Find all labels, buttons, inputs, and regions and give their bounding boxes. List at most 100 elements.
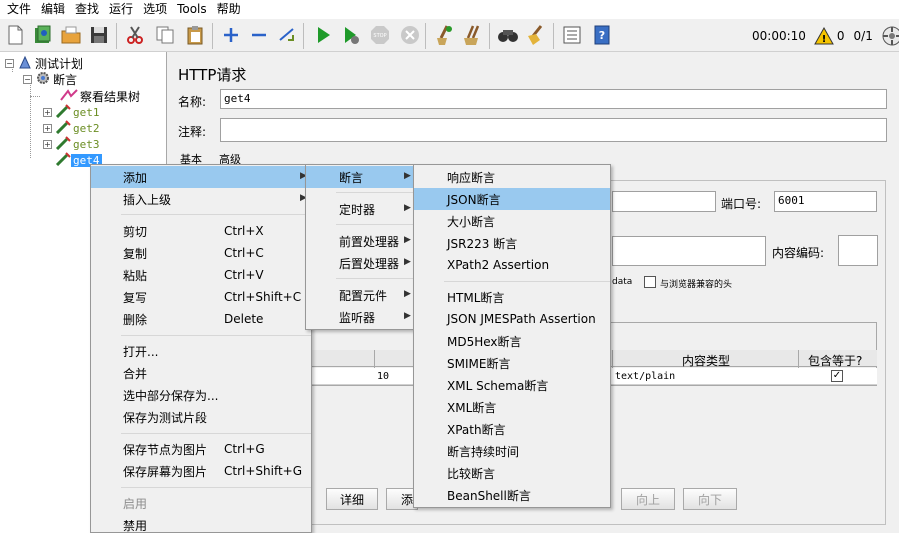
- toggle-icon[interactable]: [275, 23, 299, 47]
- assertion-json-jmespath[interactable]: JSON JMESPath Assertion: [414, 308, 610, 330]
- encoding-label: 内容编码:: [772, 246, 825, 260]
- assertion-xml-schema[interactable]: XML Schema断言: [414, 374, 610, 396]
- shortcut-text: Ctrl+X: [224, 224, 264, 238]
- listener-label: 察看结果树: [80, 89, 141, 104]
- expand-toggle-icon[interactable]: +: [43, 107, 52, 117]
- port-input[interactable]: 6001: [774, 191, 877, 212]
- reset-search-icon[interactable]: [524, 23, 548, 47]
- ctx-copy[interactable]: 复制: [91, 242, 311, 264]
- name-input[interactable]: get4: [220, 89, 887, 109]
- ctx-paste[interactable]: 粘贴: [91, 264, 311, 286]
- sampler-label: get3: [73, 137, 100, 151]
- start-icon[interactable]: [311, 23, 335, 47]
- assertions-submenu: 响应断言 JSON断言 大小断言 JSR223 断言 XPath2 Assert…: [413, 164, 611, 508]
- ctx-merge[interactable]: 合并: [91, 362, 311, 384]
- row-content-type[interactable]: text/plain: [615, 371, 675, 382]
- menu-search[interactable]: 查找: [70, 0, 104, 19]
- add-pre-processors[interactable]: 前置处理器: [306, 230, 414, 252]
- add-config-elements[interactable]: 配置元件: [306, 284, 414, 306]
- assertion-size[interactable]: 大小断言: [414, 210, 610, 232]
- assertion-json[interactable]: JSON断言: [414, 188, 610, 210]
- ctx-add[interactable]: 添加: [91, 166, 311, 188]
- assertion-beanshell[interactable]: BeanShell断言: [414, 484, 610, 506]
- assertion-html[interactable]: HTML断言: [414, 286, 610, 308]
- remote-status-icon[interactable]: [881, 25, 899, 47]
- add-timers[interactable]: 定时器: [306, 198, 414, 220]
- assertion-jsr223[interactable]: JSR223 断言: [414, 232, 610, 254]
- assertion-compare[interactable]: 比较断言: [414, 462, 610, 484]
- assertion-md5hex[interactable]: MD5Hex断言: [414, 330, 610, 352]
- ctx-save-node-image[interactable]: 保存节点为图片: [91, 438, 311, 460]
- sampler-label: get2: [73, 121, 100, 135]
- tree-node-get3[interactable]: + get3: [43, 135, 102, 152]
- add-listeners[interactable]: 监听器: [306, 306, 414, 328]
- shutdown-icon[interactable]: [398, 23, 422, 47]
- new-icon[interactable]: [3, 23, 27, 47]
- expand-icon[interactable]: [219, 23, 243, 47]
- menu-run[interactable]: 运行: [104, 0, 138, 19]
- clear-icon[interactable]: [432, 23, 456, 47]
- path-input[interactable]: [612, 236, 766, 266]
- move-down-button[interactable]: 向下: [683, 488, 737, 510]
- gear-icon: [35, 71, 51, 88]
- ctx-delete[interactable]: 删除: [91, 308, 311, 330]
- svg-text:!: !: [822, 34, 827, 45]
- start-no-pause-icon[interactable]: [339, 23, 363, 47]
- expand-toggle-icon[interactable]: +: [43, 123, 52, 133]
- templates-icon[interactable]: [31, 23, 55, 47]
- include-equals-checkbox[interactable]: ✓: [831, 370, 843, 382]
- clear-all-icon[interactable]: [460, 23, 484, 47]
- encoding-input[interactable]: [838, 235, 878, 266]
- server-input[interactable]: [612, 191, 716, 212]
- menu-edit[interactable]: 编辑: [36, 0, 70, 19]
- ctx-save-fragment[interactable]: 保存为测试片段: [91, 406, 311, 428]
- ctx-disable[interactable]: 禁用: [91, 514, 311, 533]
- assertion-duration[interactable]: 断言持续时间: [414, 440, 610, 462]
- tree-node-get1[interactable]: + get1: [43, 103, 102, 120]
- detail-button[interactable]: 详细: [326, 488, 378, 510]
- assertion-smime[interactable]: SMIME断言: [414, 352, 610, 374]
- collapse-toggle-icon[interactable]: −: [23, 74, 32, 84]
- function-helper-icon[interactable]: [560, 23, 584, 47]
- assertion-xpath[interactable]: XPath断言: [414, 418, 610, 440]
- menubar: 文件 编辑 查找 运行 选项 Tools 帮助: [0, 0, 899, 19]
- tree-node-get2[interactable]: + get2: [43, 119, 102, 136]
- comment-input[interactable]: [220, 118, 887, 142]
- tree-node-listener[interactable]: 察看结果树: [60, 88, 142, 104]
- collapse-toggle-icon[interactable]: −: [5, 58, 14, 68]
- warning-icon[interactable]: !: [814, 26, 834, 45]
- ctx-insert-parent[interactable]: 插入上级: [91, 188, 311, 210]
- browser-headers-checkbox[interactable]: [644, 276, 656, 288]
- save-icon[interactable]: [87, 23, 111, 47]
- add-post-processors[interactable]: 后置处理器: [306, 252, 414, 274]
- assertion-xml[interactable]: XML断言: [414, 396, 610, 418]
- assertion-xpath2[interactable]: XPath2 Assertion: [414, 254, 610, 276]
- expand-toggle-icon[interactable]: +: [43, 139, 52, 149]
- menu-options[interactable]: 选项: [138, 0, 172, 19]
- stop-icon[interactable]: STOP: [368, 23, 392, 47]
- ctx-save-selection[interactable]: 选中部分保存为...: [91, 384, 311, 406]
- menu-file[interactable]: 文件: [2, 0, 36, 19]
- ctx-cut[interactable]: 剪切: [91, 220, 311, 242]
- tree-node-test-plan[interactable]: − 测试计划: [5, 55, 85, 71]
- ctx-open[interactable]: 打开...: [91, 340, 311, 362]
- assertion-response[interactable]: 响应断言: [414, 166, 610, 188]
- menu-help[interactable]: 帮助: [212, 0, 246, 19]
- move-up-button[interactable]: 向上: [621, 488, 675, 510]
- search-icon[interactable]: [496, 23, 520, 47]
- menu-tools[interactable]: Tools: [172, 0, 212, 19]
- ctx-enable[interactable]: 启用: [91, 492, 311, 514]
- copy-icon[interactable]: [153, 23, 177, 47]
- help-icon[interactable]: ?: [590, 23, 614, 47]
- shortcut-text: Ctrl+G: [224, 442, 265, 456]
- browser-headers-label: 与浏览器兼容的头: [660, 280, 733, 290]
- paste-icon[interactable]: [183, 23, 207, 47]
- open-icon[interactable]: [59, 23, 83, 47]
- cut-icon[interactable]: [123, 23, 147, 47]
- tree-node-thread-group[interactable]: − 断言: [23, 71, 79, 87]
- context-menu: 添加 ▶ 插入上级 ▶ 剪切 Ctrl+X 复制 Ctrl+C 粘贴 Ctrl+…: [90, 164, 312, 533]
- collapse-icon[interactable]: [247, 23, 271, 47]
- row-value[interactable]: 10: [377, 371, 389, 382]
- port-label: 端口号:: [721, 197, 762, 211]
- add-assertions[interactable]: 断言: [306, 166, 414, 188]
